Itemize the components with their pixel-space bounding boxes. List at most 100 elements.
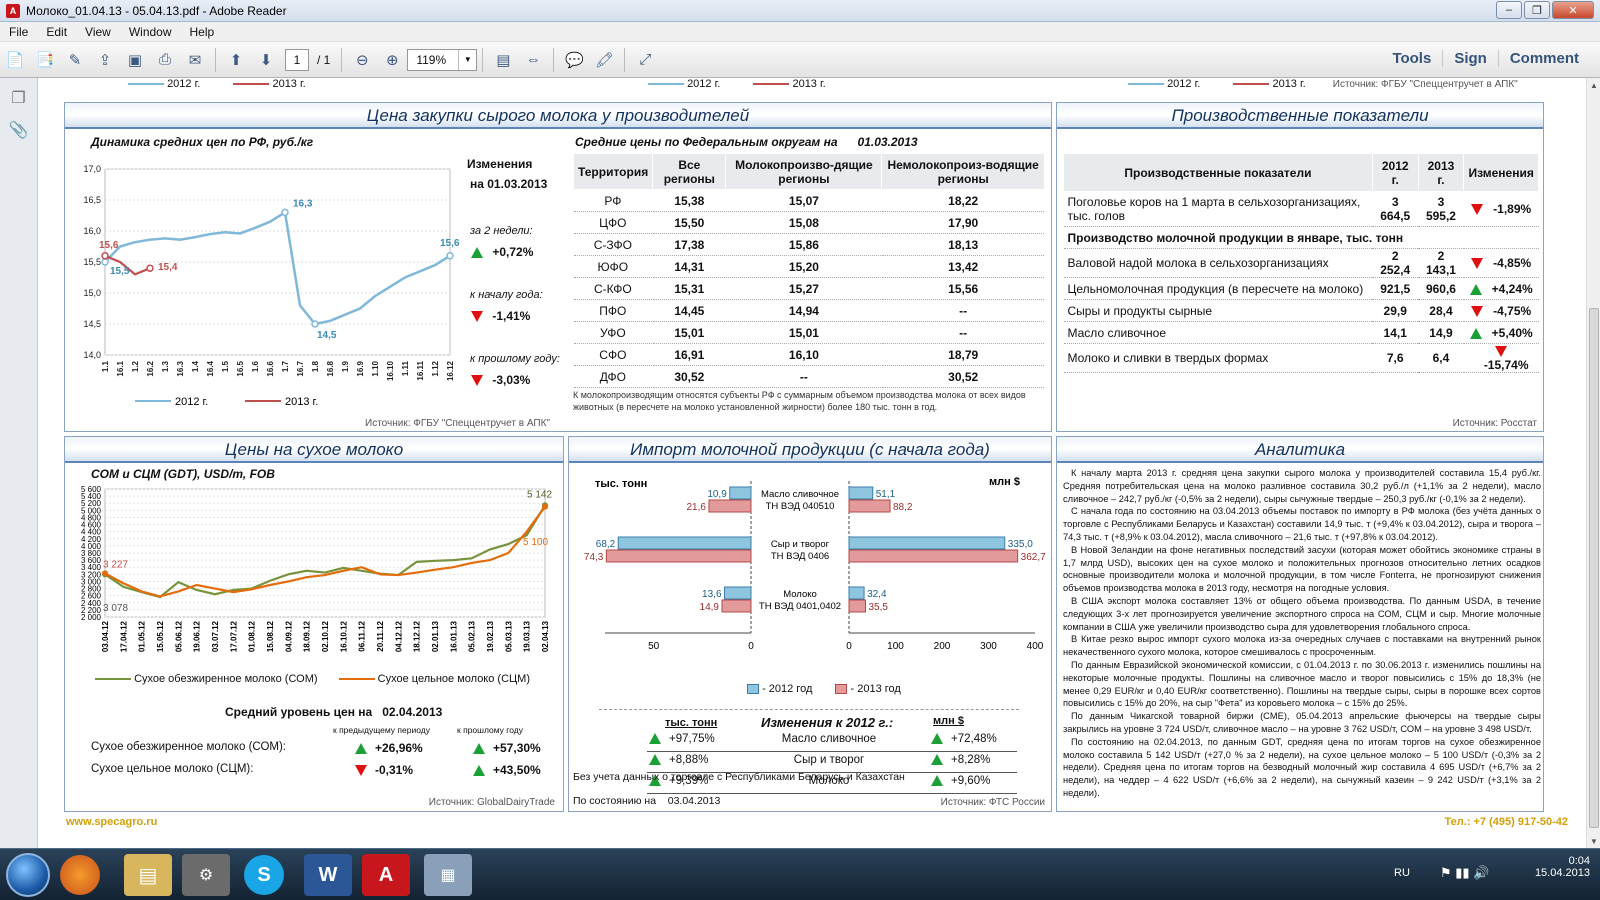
word-icon[interactable]: W — [304, 854, 352, 896]
fit-page-icon[interactable]: ▤ — [489, 47, 517, 73]
sign-link[interactable]: Sign — [1442, 50, 1498, 67]
x-tick-label: 1.5 — [221, 360, 230, 372]
highlight-icon[interactable]: 🖍 — [590, 47, 618, 73]
x-tick-label: 0 — [846, 641, 852, 652]
navigation-pane: ❐ 📎 — [0, 78, 38, 848]
menu-edit[interactable]: Edit — [37, 25, 76, 39]
x-tick-label: 19.03.13 — [523, 620, 532, 652]
page-thumbnails-icon[interactable]: ❐ — [8, 88, 30, 110]
vertical-scrollbar[interactable]: ▲ ▼ — [1586, 78, 1600, 848]
indicator-label: Поголовье коров на 1 марта в сельхозорга… — [1063, 191, 1373, 227]
import-bar-chart: тыс. тонн млн $ 50 0 0 100 200 300 400 10,921,6 51… — [584, 476, 1046, 652]
x-tick-label: 15.05.12 — [156, 620, 165, 652]
import-legend: - 2012 год - 2013 год — [747, 683, 901, 695]
print-icon[interactable]: ⎙ — [151, 47, 179, 73]
zoom-select[interactable]: 119% ▼ — [407, 48, 478, 71]
toolbar: 📄 📑 ✎ ⇪ ▣ ⎙ ✉ ⬆ ⬇ 1 / 1 ⊖ ⊕ 119% ▼ ▤ ⇔ 💬 … — [0, 42, 1600, 78]
table-row: ДФО 30,52 -- 30,52 — [573, 365, 1045, 388]
table-header: 2013 г. — [1417, 153, 1465, 192]
bar-tonnes-2012 — [724, 586, 752, 600]
top-legend-2013: 2013 г. — [272, 78, 306, 90]
x-tick-label: 16.01.13 — [449, 620, 458, 652]
skype-icon[interactable]: S — [244, 855, 284, 895]
table-cell: 17,90 — [881, 211, 1045, 234]
x-tick-label: 03.04.12 — [101, 620, 110, 652]
dry-avg-title: Средний уровень цен на 02.04.2013 — [225, 705, 442, 719]
table-cell: 14,1 — [1372, 321, 1419, 344]
start-button[interactable] — [6, 853, 50, 897]
bar-tonnes-2013 — [605, 549, 752, 563]
table-cell: 15,08 — [725, 211, 883, 234]
scroll-up-icon[interactable]: ▲ — [1587, 78, 1600, 92]
footer-site[interactable]: www.specagro.ru — [66, 816, 157, 828]
zoom-in-icon[interactable]: ⊕ — [378, 47, 406, 73]
minimize-button[interactable]: – — [1496, 1, 1522, 19]
data-label: 3 078 — [103, 603, 128, 614]
tray-icons[interactable]: ⚑ ▮▮ 🔊 — [1440, 865, 1489, 881]
tools-link[interactable]: Tools — [1381, 50, 1442, 67]
chevron-down-icon[interactable]: ▼ — [458, 49, 476, 70]
save-icon[interactable]: ▣ — [121, 47, 149, 73]
data-point — [311, 320, 319, 328]
edit-icon[interactable]: ✎ — [61, 47, 89, 73]
import-change-right-text: +9,60% — [951, 775, 991, 787]
top-legend-2012: 2012 г. — [167, 78, 201, 90]
comment-icon[interactable]: 💬 — [560, 47, 588, 73]
panel-title: Цены на сухое молоко — [65, 437, 563, 463]
email-icon[interactable]: ✉ — [181, 47, 209, 73]
scroll-down-icon[interactable]: ▼ — [1587, 834, 1600, 848]
attachments-icon[interactable]: 📎 — [8, 120, 30, 142]
upload-icon[interactable]: ⇪ — [91, 47, 119, 73]
dry-legend: Сухое обезжиренное молоко (СОМ) Сухое це… — [95, 673, 530, 685]
indicator-label: Масло сливочное — [1063, 321, 1373, 344]
calculator-icon[interactable]: ▦ — [424, 854, 472, 896]
menu-help[interactable]: Help — [181, 25, 224, 39]
page-number-input[interactable]: 1 — [285, 48, 309, 71]
fullscreen-icon[interactable]: ⤢ — [631, 47, 659, 73]
close-button[interactable]: ✕ — [1552, 1, 1594, 19]
menu-view[interactable]: View — [76, 25, 120, 39]
data-label: 15,6 — [99, 240, 119, 251]
acrobat-icon[interactable]: A — [362, 854, 410, 896]
asof-label: По состоянию на — [573, 795, 657, 807]
dry-row-change: +43,50% — [473, 763, 541, 777]
col-year-label: к прошлому году — [457, 725, 523, 735]
scroll-thumb[interactable] — [1589, 308, 1599, 828]
x-tick-label: 16.9 — [356, 360, 365, 376]
firefox-icon[interactable] — [60, 855, 100, 895]
top-legend-right-2013: 2013 г. — [1272, 78, 1306, 90]
panel-title: Цена закупки сырого молока у производите… — [65, 103, 1051, 129]
top-legend-right-2012: 2012 г. — [1167, 78, 1201, 90]
table-row: СФО 16,91 16,10 18,79 — [573, 343, 1045, 366]
panel-import: Импорт молочной продукции (с начала года… — [568, 436, 1052, 812]
input-language[interactable]: RU — [1394, 867, 1410, 879]
page-up-icon[interactable]: ⬆ — [222, 47, 250, 73]
y-tick-label: 14,0 — [83, 350, 101, 360]
maximize-button[interactable]: ❐ — [1524, 1, 1550, 19]
window-titlebar: A Молоко_01.04.13 - 05.04.13.pdf - Adobe… — [0, 0, 1600, 22]
clock[interactable]: 0:04 15.04.2013 — [1535, 855, 1590, 879]
y-tick-label: 16,0 — [83, 226, 101, 236]
explorer-icon[interactable]: ▤ — [124, 854, 172, 896]
panel-raw-milk-price: Цена закупки сырого молока у производите… — [64, 102, 1052, 432]
comment-link[interactable]: Comment — [1497, 50, 1590, 67]
table-cell: 30,52 — [881, 365, 1045, 388]
fit-width-icon[interactable]: ⇔ — [519, 47, 547, 73]
up-arrow-icon — [473, 765, 485, 777]
combine-icon[interactable]: 📑 — [31, 47, 59, 73]
down-arrow-icon — [1471, 305, 1484, 317]
top-legend-mid-2013: 2013 г. — [792, 78, 826, 90]
x-tick-label: 100 — [887, 641, 904, 652]
menu-file[interactable]: File — [0, 25, 37, 39]
menu-window[interactable]: Window — [120, 25, 181, 39]
category-code: ТН ВЭД 0401,0402 — [759, 601, 841, 612]
create-pdf-icon[interactable]: 📄 — [1, 47, 29, 73]
indicator-label: Цельномолочная продукция (в пересчете на… — [1063, 277, 1373, 300]
legend-2012: - 2012 год — [762, 683, 813, 695]
top-legend-mid: 2012 г. 2013 г. — [648, 78, 826, 90]
app-icon[interactable]: ⚙ — [182, 854, 230, 896]
page-down-icon[interactable]: ⬇ — [252, 47, 280, 73]
x-tick-label: 15.08.12 — [266, 620, 275, 652]
zoom-out-icon[interactable]: ⊖ — [348, 47, 376, 73]
fo-table-title: Средние цены по Федеральным округам на 0… — [575, 135, 918, 149]
